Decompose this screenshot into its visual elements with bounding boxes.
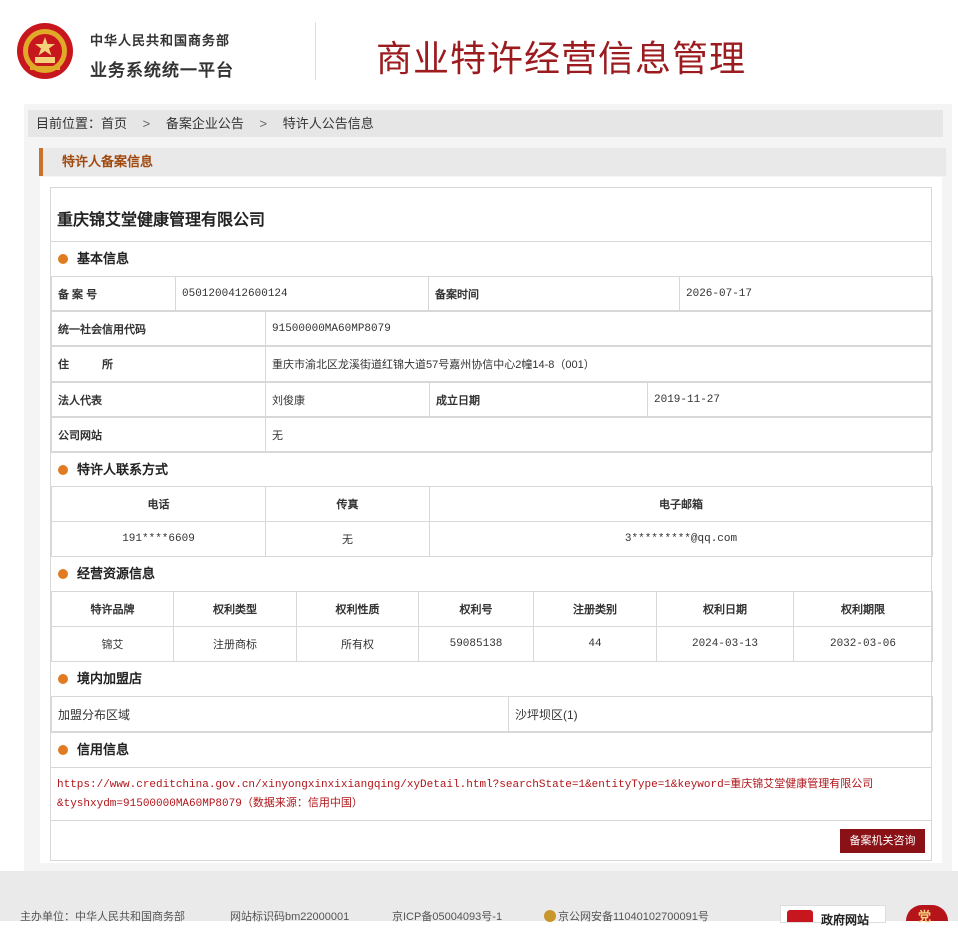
res-term: 2032-03-06 [793, 626, 933, 662]
founded-value: 2019-11-27 [647, 382, 933, 417]
resources-heading: 经营资源信息 [51, 556, 931, 591]
founded-label: 成立日期 [429, 382, 648, 417]
res-header-right-no: 权利号 [418, 591, 534, 627]
breadcrumb-separator: > [259, 116, 268, 131]
record-no-value: 0501200412600124 [175, 276, 429, 311]
section-title: 特许人备案信息 [62, 154, 154, 169]
legal-rep-row: 法人代表 刘俊康 成立日期 2019-11-27 [51, 382, 933, 417]
system-title: 商业特许经营信息管理 [376, 39, 747, 80]
contact-fax: 无 [265, 521, 430, 557]
contact-header-email: 电子邮箱 [429, 486, 933, 522]
contact-heading-text: 特许人联系方式 [77, 462, 169, 477]
res-right-type: 注册商标 [173, 626, 297, 662]
stores-region-link[interactable]: 沙坪坝区(1) [508, 696, 933, 732]
bullet-dot-icon [58, 745, 68, 755]
res-header-right-type: 权利类型 [173, 591, 297, 627]
credit-link-line2[interactable]: &tyshxydm=91500000MA60MP8079（数据来源：信用中国） [57, 795, 917, 814]
breadcrumb-separator: > [142, 116, 151, 131]
website-value: 无 [265, 417, 933, 452]
address-value: 重庆市渝北区龙溪街道红锦大道57号嘉州协信中心2幢14-8（001） [265, 346, 933, 382]
res-right-no: 59085138 [418, 626, 534, 662]
record-time-value: 2026-07-17 [679, 276, 933, 311]
credit-code-row: 统一社会信用代码 91500000MA60MP8079 [51, 311, 933, 346]
breadcrumb-prefix: 目前位置： [36, 116, 102, 131]
gov-website-badge[interactable]: 政府网站 [780, 905, 886, 927]
website-row: 公司网站 无 [51, 417, 933, 452]
site-header: 中华人民共和国商务部 业务系统统一平台 商业特许经营信息管理 [0, 0, 958, 104]
stores-heading: 境内加盟店 [51, 661, 931, 696]
organization-name: 中华人民共和国商务部 业务系统统一平台 [90, 30, 234, 81]
contact-header-fax: 传真 [265, 486, 430, 522]
bullet-dot-icon [58, 569, 68, 579]
section-header: 特许人备案信息 [39, 148, 946, 176]
table-row: 锦艾 注册商标 所有权 59085138 44 2024-03-13 2032-… [51, 626, 933, 662]
legal-rep-value: 刘俊康 [265, 382, 430, 417]
basic-info-heading-text: 基本信息 [77, 251, 130, 266]
org-line1: 中华人民共和国商务部 [90, 33, 231, 48]
stores-heading-text: 境内加盟店 [77, 671, 143, 686]
bullet-dot-icon [58, 674, 68, 684]
org-line2: 业务系统统一平台 [90, 61, 234, 80]
credit-heading: 信用信息 [51, 732, 931, 767]
stores-row: 加盟分布区域 沙坪坝区(1) [51, 696, 933, 732]
contact-table: 电话 传真 电子邮箱 191****6609 无 3*********@qq.c… [51, 486, 933, 557]
website-label: 公司网站 [51, 417, 266, 452]
gov-flag-icon [787, 910, 813, 922]
resources-heading-text: 经营资源信息 [77, 566, 156, 581]
divider [51, 820, 931, 821]
gov-badge-text: 政府网站 [821, 913, 870, 927]
footer-police[interactable]: 京公网安备11040102700091号 [544, 908, 709, 924]
record-no-label: 备 案 号 [51, 276, 176, 311]
res-right-nature: 所有权 [296, 626, 419, 662]
basic-info-heading: 基本信息 [51, 241, 931, 276]
address-label: 住 所 [51, 346, 266, 382]
record-row: 备 案 号 0501200412600124 备案时间 2026-07-17 [51, 276, 933, 311]
contact-heading: 特许人联系方式 [51, 452, 931, 487]
breadcrumb: 目前位置：首页 > 备案企业公告 > 特许人公告信息 [28, 110, 943, 137]
contact-email: 3*********@qq.com [429, 521, 933, 557]
bullet-dot-icon [58, 254, 68, 264]
credit-code-value: 91500000MA60MP8079 [265, 311, 933, 346]
credit-link[interactable]: https://www.creditchina.gov.cn/xinyongxi… [57, 776, 917, 814]
national-emblem-icon [17, 23, 73, 79]
breadcrumb-current: 特许人公告信息 [282, 116, 374, 131]
res-header-term: 权利期限 [793, 591, 933, 627]
stores-label: 加盟分布区域 [51, 696, 509, 732]
res-brand: 锦艾 [51, 626, 174, 662]
breadcrumb-announcements[interactable]: 备案企业公告 [166, 110, 244, 137]
res-header-right-nature: 权利性质 [296, 591, 419, 627]
contact-header-phone: 电话 [51, 486, 266, 522]
resources-table: 特许品牌 权利类型 权利性质 权利号 注册类别 权利日期 权利期限 锦艾 注册商… [51, 591, 933, 662]
credit-heading-text: 信用信息 [77, 742, 130, 757]
credit-link-line1[interactable]: https://www.creditchina.gov.cn/xinyongxi… [57, 776, 917, 795]
res-header-brand: 特许品牌 [51, 591, 174, 627]
footer-site-id: 网站标识码bm22000001 [230, 911, 350, 923]
header-divider [315, 22, 316, 80]
contact-phone: 191****6609 [51, 521, 266, 557]
footer-icp-link[interactable]: 京ICP备05004093号-1 [392, 908, 502, 924]
party-badge[interactable]: 党 [906, 905, 948, 924]
breadcrumb-home[interactable]: 首页 [101, 110, 127, 137]
police-badge-icon [544, 910, 556, 922]
legal-rep-label: 法人代表 [51, 382, 266, 417]
divider [51, 767, 931, 768]
credit-code-label: 统一社会信用代码 [51, 311, 266, 346]
res-date: 2024-03-13 [656, 626, 794, 662]
address-row: 住 所 重庆市渝北区龙溪街道红锦大道57号嘉州协信中心2幢14-8（001） [51, 346, 933, 382]
footer-sponsor: 主办单位：中华人民共和国商务部 [20, 911, 185, 923]
res-header-class: 注册类别 [533, 591, 657, 627]
party-badge-text: 党 [918, 909, 932, 924]
footer-police-text: 京公网安备11040102700091号 [558, 911, 709, 923]
res-class: 44 [533, 626, 657, 662]
record-time-label: 备案时间 [428, 276, 680, 311]
bullet-dot-icon [58, 465, 68, 475]
res-header-date: 权利日期 [656, 591, 794, 627]
consult-button[interactable]: 备案机关咨询 [840, 829, 925, 853]
company-name: 重庆锦艾堂健康管理有限公司 [57, 212, 266, 229]
